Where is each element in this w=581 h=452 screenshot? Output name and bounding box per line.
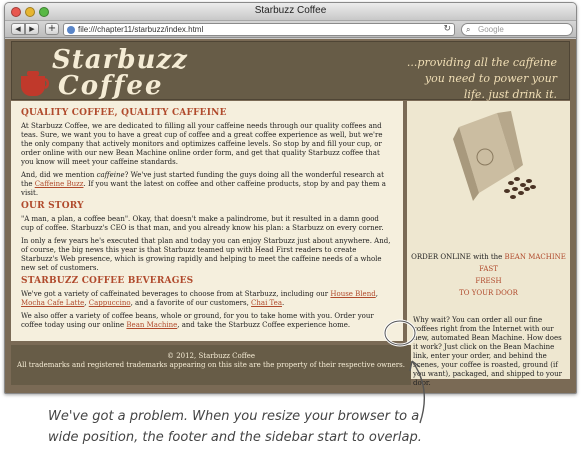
coffee-bag-image xyxy=(453,111,536,201)
tagline-line: you need to power your xyxy=(424,72,557,85)
section-heading-beverages: STARBUZZ COFFEE BEVERAGES xyxy=(21,276,194,286)
mocha-cafe-latte-link[interactable]: Mocha Cafe Latte xyxy=(21,299,84,307)
back-arrow-icon: ◀ xyxy=(15,25,21,33)
title-bar: Starbuzz Coffee xyxy=(5,3,576,21)
caffeine-buzz-link[interactable]: Caffeine Buzz xyxy=(35,180,84,188)
paragraph: We also offer a variety of coffee beans,… xyxy=(21,312,374,329)
search-field[interactable]: ⌕ Google xyxy=(461,23,573,36)
url-text: file:///chapter11/starbuzz/index.html xyxy=(78,25,204,34)
overlap-highlight-circle xyxy=(383,319,417,347)
handwritten-annotation: We've got a problem. When you resize you… xyxy=(48,406,468,448)
sidebar: ORDER ONLINE with the BEAN MACHINE FAST … xyxy=(407,101,570,387)
fresh-link[interactable]: FRESH xyxy=(475,277,501,285)
browser-window: Starbuzz Coffee ◀ ▶ + file:///chapter11/… xyxy=(4,2,577,394)
order-online-block: ORDER ONLINE with the BEAN MACHINE FAST … xyxy=(407,251,570,299)
add-bookmark-button[interactable]: + xyxy=(45,23,59,35)
main-content: QUALITY COFFEE, QUALITY CAFFEINE At Star… xyxy=(11,101,403,341)
copyright-text: © 2012, Starbuzz Coffee xyxy=(166,352,256,360)
annotation-line: We've got a problem. When you resize you… xyxy=(48,409,420,424)
coffee-cup-logo-icon xyxy=(21,71,50,96)
window-title: Starbuzz Coffee xyxy=(254,5,327,16)
paragraph: "A man, a plan, a coffee bean". Okay, th… xyxy=(21,215,384,232)
site-header: Starbuzz Coffee ...providing all the caf… xyxy=(11,41,570,103)
page-viewport: Starbuzz Coffee ...providing all the caf… xyxy=(5,39,576,393)
cappuccino-link[interactable]: Cappuccino xyxy=(89,299,131,307)
forward-button[interactable]: ▶ xyxy=(25,23,39,35)
paragraph: In only a few years he's executed that p… xyxy=(21,237,391,272)
paragraph: And, did we mention caffeine? We've just… xyxy=(21,171,386,197)
bean-machine-link[interactable]: Bean Machine xyxy=(126,321,177,329)
order-online-line: ORDER ONLINE with the BEAN MACHINE xyxy=(411,253,566,261)
globe-icon xyxy=(67,26,75,34)
paragraph: At Starbuzz Coffee, we are dedicated to … xyxy=(21,122,383,166)
bean-machine-sidebar-link[interactable]: BEAN MACHINE xyxy=(505,253,566,261)
reload-icon[interactable]: ↻ xyxy=(443,24,451,35)
tagline: ...providing all the caffeine you need t… xyxy=(357,55,557,103)
to-your-door-link[interactable]: TO YOUR DOOR xyxy=(459,289,518,297)
house-blend-link[interactable]: House Blend xyxy=(330,290,375,298)
search-icon: ⌕ xyxy=(466,25,471,34)
fast-link[interactable]: FAST xyxy=(479,265,498,273)
forward-arrow-icon: ▶ xyxy=(29,25,35,33)
chai-tea-link[interactable]: Chai Tea xyxy=(251,299,282,307)
browser-toolbar: ◀ ▶ + file:///chapter11/starbuzz/index.h… xyxy=(5,21,576,38)
logo-line-2: Coffee xyxy=(58,71,164,101)
address-bar[interactable]: file:///chapter11/starbuzz/index.html ↻ xyxy=(63,23,455,36)
search-placeholder: Google xyxy=(478,25,504,34)
back-button[interactable]: ◀ xyxy=(11,23,25,35)
site-footer: © 2012, Starbuzz Coffee All trademarks a… xyxy=(11,345,411,385)
paragraph: We've got a variety of caffeinated bever… xyxy=(21,290,378,307)
section-heading-quality: QUALITY COFFEE, QUALITY CAFFEINE xyxy=(21,108,227,118)
section-heading-story: OUR STORY xyxy=(21,201,84,211)
tagline-line: ...providing all the caffeine xyxy=(406,56,557,69)
trademark-text: All trademarks and registered trademarks… xyxy=(17,361,405,369)
annotation-line: wide position, the footer and the sideba… xyxy=(48,430,422,445)
add-bookmark-icon: + xyxy=(47,23,57,34)
